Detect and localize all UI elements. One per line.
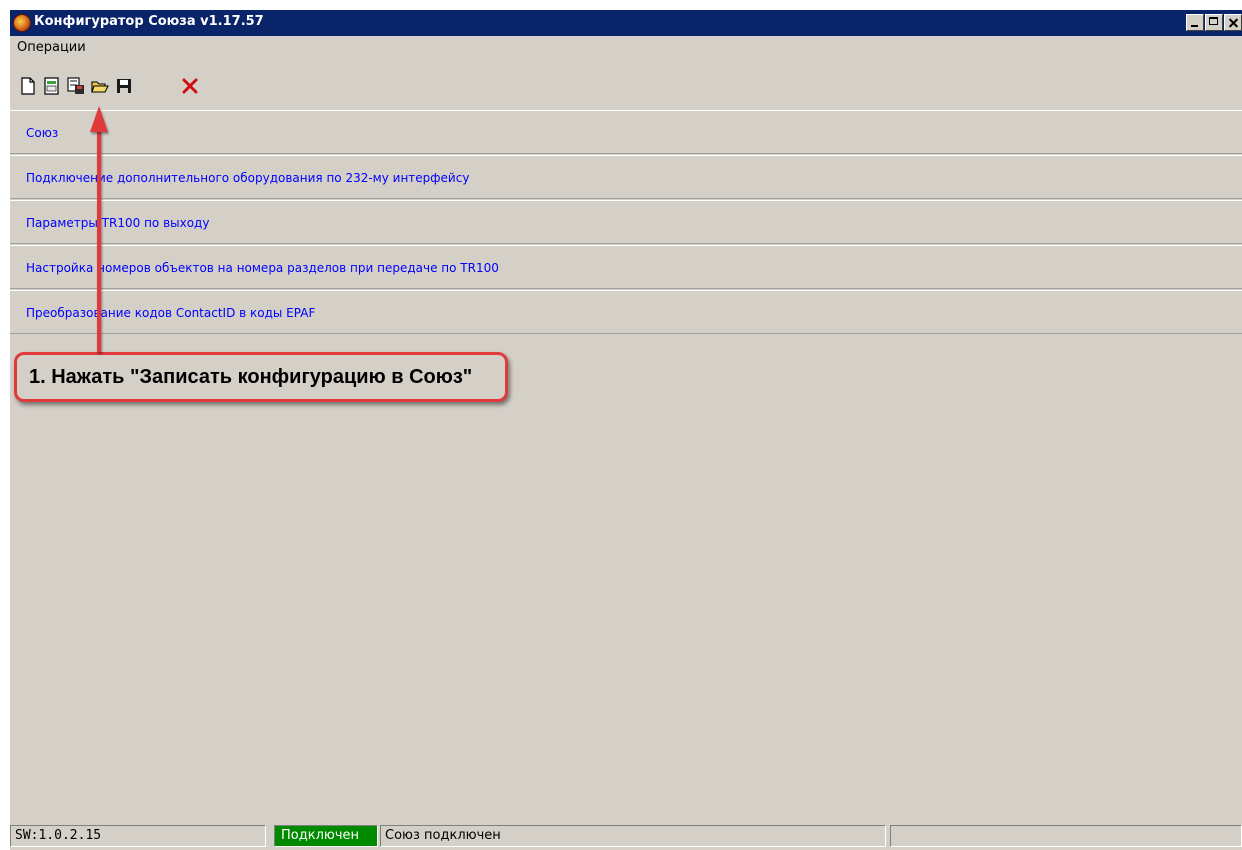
- section-panel: Преобразование кодов ContactID в коды EP…: [10, 290, 1242, 334]
- title-bar[interactable]: Конфигуратор Союза v1.17.57: [10, 10, 1242, 36]
- app-icon: [13, 14, 31, 32]
- read-config-icon[interactable]: [42, 76, 62, 96]
- section-link-object-numbers[interactable]: Настройка номеров объектов на номера раз…: [26, 261, 499, 275]
- status-message: Союз подключен: [380, 825, 886, 847]
- new-document-icon[interactable]: [18, 76, 38, 96]
- menu-bar: Операции: [10, 38, 1242, 58]
- menu-operations[interactable]: Операции: [14, 40, 89, 55]
- write-config-icon[interactable]: [66, 76, 86, 96]
- section-link-soyuz[interactable]: Союз: [26, 126, 58, 140]
- save-icon[interactable]: [114, 76, 134, 96]
- section-panel: Союз: [10, 110, 1242, 154]
- connection-status-badge: Подключен: [274, 825, 378, 847]
- section-panel: Параметры TR100 по выходу: [10, 200, 1242, 244]
- caption-buttons: [1186, 14, 1242, 32]
- section-link-rs232[interactable]: Подключение дополнительного оборудования…: [26, 171, 469, 185]
- software-version: SW:1.0.2.15: [10, 825, 266, 847]
- status-extra-panel: [890, 825, 1242, 847]
- open-folder-icon[interactable]: [90, 76, 110, 96]
- section-link-tr100-output[interactable]: Параметры TR100 по выходу: [26, 216, 209, 230]
- minimize-button[interactable]: [1186, 14, 1204, 31]
- status-bar: SW:1.0.2.15 Подключен Союз подключен: [10, 823, 1242, 850]
- section-link-contactid[interactable]: Преобразование кодов ContactID в коды EP…: [26, 306, 315, 320]
- window-title: Конфигуратор Союза v1.17.57: [34, 14, 264, 29]
- section-panel: Настройка номеров объектов на номера раз…: [10, 245, 1242, 289]
- close-window-button[interactable]: [1224, 14, 1242, 31]
- instruction-text: 1. Нажать "Записать конфигурацию в Союз": [29, 366, 473, 388]
- app-window: Конфигуратор Союза v1.17.57 Операции Сою…: [10, 10, 1242, 850]
- toolbar: [10, 76, 1242, 100]
- section-panel: Подключение дополнительного оборудования…: [10, 155, 1242, 199]
- delete-icon[interactable]: [180, 76, 200, 96]
- maximize-button[interactable]: [1205, 14, 1223, 31]
- instruction-callout: 1. Нажать "Записать конфигурацию в Союз": [14, 352, 508, 402]
